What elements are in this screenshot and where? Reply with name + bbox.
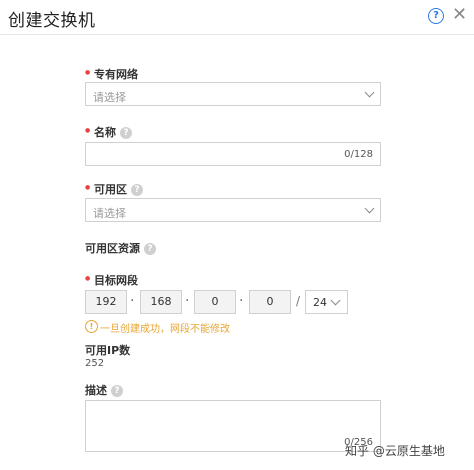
name-counter: 0/128 [344, 149, 373, 160]
octet-dot: · [239, 293, 244, 309]
question-icon[interactable]: ? [131, 184, 143, 196]
cidr-octet-2[interactable]: 168 [140, 290, 182, 314]
dialog-title: 创建交换机 [8, 11, 96, 31]
question-icon[interactable]: ? [144, 243, 156, 255]
name-input[interactable]: 0/128 [85, 142, 381, 166]
cidr-octet-1[interactable]: 192 [85, 290, 127, 314]
name-label-text: 名称 [94, 126, 116, 139]
cidr-octet-3[interactable]: 0 [194, 290, 236, 314]
help-circle-icon[interactable]: ? [428, 8, 444, 24]
available-ip-label: 可用IP数 [85, 344, 131, 357]
cidr-mask-value: 24 [313, 296, 327, 309]
cidr-warning: 一旦创建成功，网段不能修改 [100, 324, 230, 335]
description-label: 描述? [85, 382, 123, 398]
close-icon[interactable]: ✕ [452, 4, 467, 25]
vpc-label-text: 专有网络 [94, 68, 138, 81]
question-icon[interactable]: ? [111, 385, 123, 397]
zone-placeholder: 请选择 [93, 207, 126, 220]
name-label: 名称? [85, 124, 132, 140]
vpc-label: 专有网络 [85, 66, 138, 82]
cidr-slash: / [296, 294, 301, 308]
description-textarea[interactable]: 0/256 [85, 400, 381, 452]
chevron-down-icon [364, 203, 375, 214]
header-divider [0, 34, 474, 35]
zone-resource-label: 可用区资源? [85, 240, 156, 256]
octet-dot: · [185, 293, 190, 309]
chevron-down-icon [364, 87, 375, 98]
watermark: 知乎 @云原生基地 [345, 444, 445, 458]
zone-label: 可用区? [85, 181, 143, 197]
cidr-mask-select[interactable]: 24 [305, 290, 348, 314]
vpc-select[interactable]: 请选择 [85, 82, 381, 106]
cidr-label-text: 目标网段 [94, 274, 138, 287]
chevron-down-icon [330, 295, 341, 306]
warning-icon: ! [85, 320, 98, 333]
zone-select[interactable]: 请选择 [85, 198, 381, 222]
vpc-placeholder: 请选择 [93, 91, 126, 104]
description-label-text: 描述 [85, 384, 107, 397]
zone-resource-label-text: 可用区资源 [85, 242, 140, 255]
zone-label-text: 可用区 [94, 183, 127, 196]
cidr-label: 目标网段 [85, 272, 138, 288]
question-icon[interactable]: ? [120, 127, 132, 139]
octet-dot: · [130, 293, 135, 309]
cidr-octet-4[interactable]: 0 [249, 290, 291, 314]
available-ip-value: 252 [85, 358, 105, 369]
